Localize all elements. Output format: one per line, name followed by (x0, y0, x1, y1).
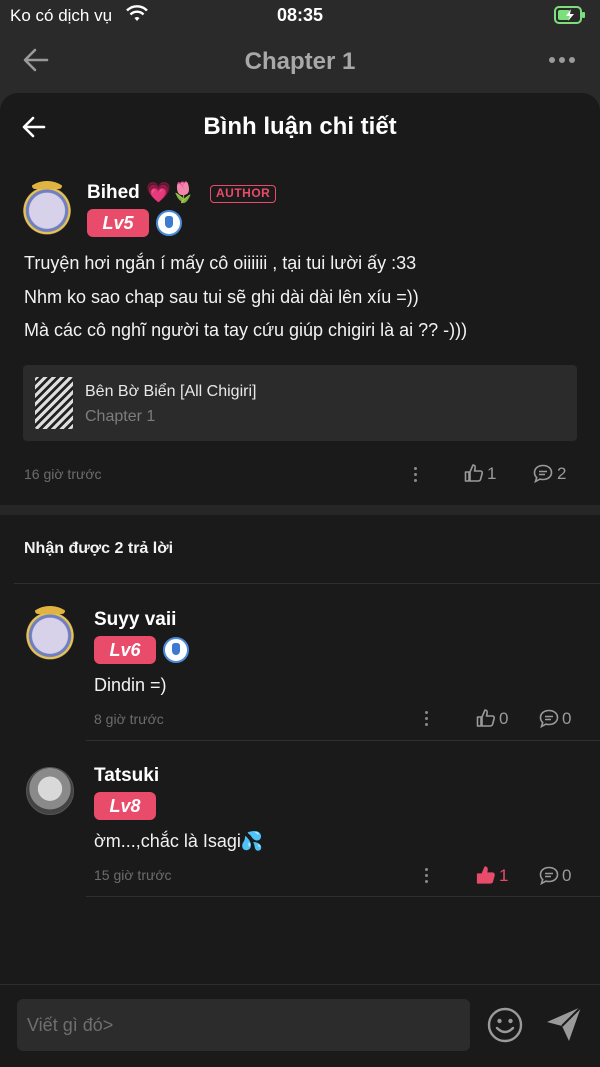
like-icon[interactable] (464, 463, 484, 483)
clock: 08:35 (276, 5, 324, 25)
shield-badge-icon (163, 637, 189, 663)
comment-input[interactable] (17, 999, 470, 1051)
liked-icon[interactable] (476, 865, 496, 885)
reply-count: 0 (562, 866, 572, 885)
author-badge: AUTHOR (210, 185, 277, 203)
kebab-menu-icon[interactable] (425, 868, 429, 884)
section-divider (0, 505, 600, 515)
reply-icon[interactable] (539, 866, 559, 885)
sheet-header: Bình luận chi tiết (0, 93, 600, 161)
writer-badge (35, 606, 65, 614)
kebab-menu-icon[interactable] (425, 711, 429, 727)
comment-timestamp: 16 giờ trước (24, 466, 102, 482)
reply-icon[interactable] (533, 464, 553, 483)
writer-badge (32, 181, 62, 189)
comment-input-bar (0, 984, 600, 1067)
username[interactable]: Suyy vaii (94, 609, 176, 631)
send-icon[interactable] (545, 1005, 583, 1043)
story-title: Bên Bờ Biển [All Chigiri] (85, 383, 257, 400)
username[interactable]: Bihed (87, 182, 140, 204)
divider (14, 583, 600, 584)
emoji-icon[interactable] (487, 1007, 523, 1043)
username[interactable]: Tatsuki (94, 765, 159, 787)
comment-detail-sheet: Bình luận chi tiết Bihed 💗🌷 AUTHOR Lv5 T… (0, 93, 600, 1067)
like-icon[interactable] (476, 708, 496, 728)
avatar[interactable] (23, 606, 77, 660)
like-count: 1 (487, 464, 497, 483)
like-count: 0 (499, 709, 509, 728)
like-count: 1 (499, 866, 509, 885)
reply-timestamp: 8 giờ trước (94, 711, 164, 727)
level-badge: Lv8 (94, 792, 156, 820)
chapter-label: Chapter 1 (85, 408, 156, 425)
divider (86, 896, 600, 897)
reply-text: ờm...,chắc là Isagi💦 (94, 831, 264, 851)
reader-navbar: Chapter 1 (0, 34, 600, 90)
reply-timestamp: 15 giờ trước (94, 867, 172, 883)
divider (86, 740, 600, 741)
comment-text-line: Truyện hơi ngắn í mấy cô oiiiiii , tại t… (24, 253, 417, 273)
comment-text-line: Mà các cô nghĩ người ta tay cứu giúp chi… (24, 320, 468, 340)
kebab-menu-icon[interactable] (414, 467, 418, 483)
user-emojis: 💗🌷 (146, 182, 196, 204)
shield-badge-icon (156, 210, 182, 236)
comment-text-line: Nhm ko sao chap sau tui sẽ ghi dài dài l… (24, 287, 419, 307)
reply-count: 2 (557, 464, 567, 483)
chapter-link-card[interactable]: Bên Bờ Biển [All Chigiri] Chapter 1 (23, 365, 577, 441)
battery-icon (554, 6, 585, 24)
status-bar: Ko có dịch vụ 08:35 (0, 0, 600, 32)
avatar[interactable] (20, 181, 74, 235)
chapter-title: Chapter 1 (244, 48, 356, 75)
reply-count: 0 (562, 709, 572, 728)
reply-text: Dindin =) (94, 675, 167, 695)
sheet-title: Bình luận chi tiết (203, 113, 397, 140)
replies-count-heading: Nhận được 2 trả lời (24, 540, 174, 557)
avatar[interactable] (26, 767, 74, 815)
reply-icon[interactable] (539, 709, 559, 728)
story-cover-thumbnail (35, 377, 73, 429)
more-options-icon[interactable] (548, 56, 576, 64)
level-badge: Lv5 (87, 209, 149, 237)
level-badge: Lv6 (94, 636, 156, 664)
